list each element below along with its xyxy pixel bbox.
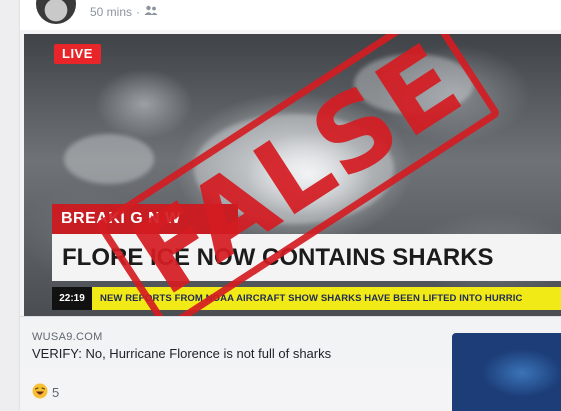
meta-separator: · <box>136 5 141 19</box>
link-title[interactable]: VERIFY: No, Hurricane Florence is not fu… <box>32 346 331 361</box>
post-time[interactable]: 50 mins <box>90 5 132 19</box>
ticker-time: 22:19 <box>52 287 92 310</box>
breaking-news-label: BREAKI G N W <box>52 204 238 234</box>
post-header: 50 mins · <box>20 0 561 30</box>
live-badge: LIVE <box>54 44 101 64</box>
post-card: 50 mins · LIVE BREAKI G N W FLORE ICE NO… <box>20 0 561 411</box>
news-headline: FLORE ICE NOW CONTAINS SHARKS <box>52 234 561 281</box>
news-ticker: 22:19 NEW REPORTS FROM NOAA AIRCRAFT SHO… <box>52 287 561 310</box>
link-domain: WUSA9.COM <box>32 331 103 343</box>
haha-emoji-icon <box>32 383 48 402</box>
video-player[interactable]: LIVE BREAKI G N W FLORE ICE NOW CONTAINS… <box>24 34 561 316</box>
thumbnail-image[interactable] <box>452 333 561 411</box>
reaction-count[interactable]: 5 <box>52 385 59 400</box>
storm-cloud <box>354 54 474 114</box>
reactions-summary[interactable]: 5 <box>32 383 59 402</box>
avatar[interactable] <box>36 0 76 24</box>
post-meta: 50 mins · <box>90 5 158 19</box>
friends-icon[interactable] <box>144 5 158 19</box>
storm-cloud <box>64 134 154 184</box>
ticker-text: NEW REPORTS FROM NOAA AIRCRAFT SHOW SHAR… <box>100 293 523 304</box>
